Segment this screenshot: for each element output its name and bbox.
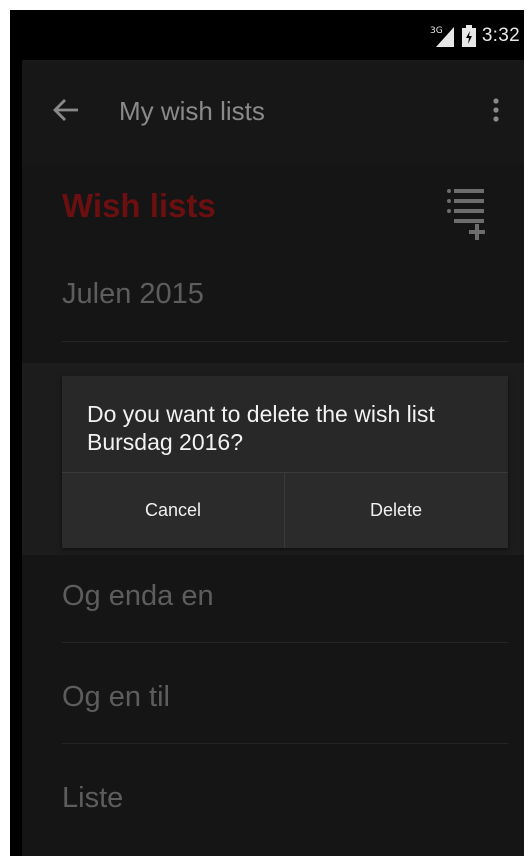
network-type-label: 3G xyxy=(430,26,443,36)
arrow-left-icon[interactable] xyxy=(52,96,80,124)
wish-list-item[interactable]: Og enda en xyxy=(62,575,508,675)
wish-list-label: Og en til xyxy=(62,681,170,713)
app-bar-title: My wish lists xyxy=(119,96,265,126)
signal-icon: 3G xyxy=(430,25,456,47)
list-divider xyxy=(62,341,508,342)
wish-list-item[interactable]: Liste xyxy=(62,777,508,856)
battery-icon xyxy=(461,25,476,47)
status-icons: 3G 3:32 xyxy=(430,24,520,48)
wish-lists-screen: My wish lists Wish lists Julen 2015 Do y… xyxy=(22,60,524,856)
status-time: 3:32 xyxy=(481,25,520,46)
dialog-message: Do you want to delete the wish list Burs… xyxy=(87,401,435,455)
list-divider xyxy=(62,642,508,643)
section-title: Wish lists xyxy=(62,187,216,224)
wish-list-label: Julen 2015 xyxy=(62,278,204,310)
wish-list-label: Og enda en xyxy=(62,580,214,612)
delete-button[interactable]: Delete xyxy=(285,473,507,548)
cancel-button[interactable]: Cancel xyxy=(62,473,284,548)
list-divider xyxy=(62,743,508,744)
wish-list-item[interactable]: Julen 2015 xyxy=(62,273,508,373)
dialog-button-bar: Cancel Delete xyxy=(62,472,508,548)
app-bar: My wish lists xyxy=(22,60,524,164)
playlist-add-icon[interactable] xyxy=(442,186,490,242)
more-vert-icon[interactable] xyxy=(484,96,508,128)
wish-list-label: Liste xyxy=(62,782,124,814)
status-bar: 3G 3:32 xyxy=(10,10,524,60)
delete-confirm-dialog: Do you want to delete the wish list Burs… xyxy=(62,376,508,548)
phone-screen: 3G 3:32 My wish lists Wish lists Julen 2… xyxy=(10,10,524,856)
wish-list-item[interactable]: Og en til xyxy=(62,676,508,776)
